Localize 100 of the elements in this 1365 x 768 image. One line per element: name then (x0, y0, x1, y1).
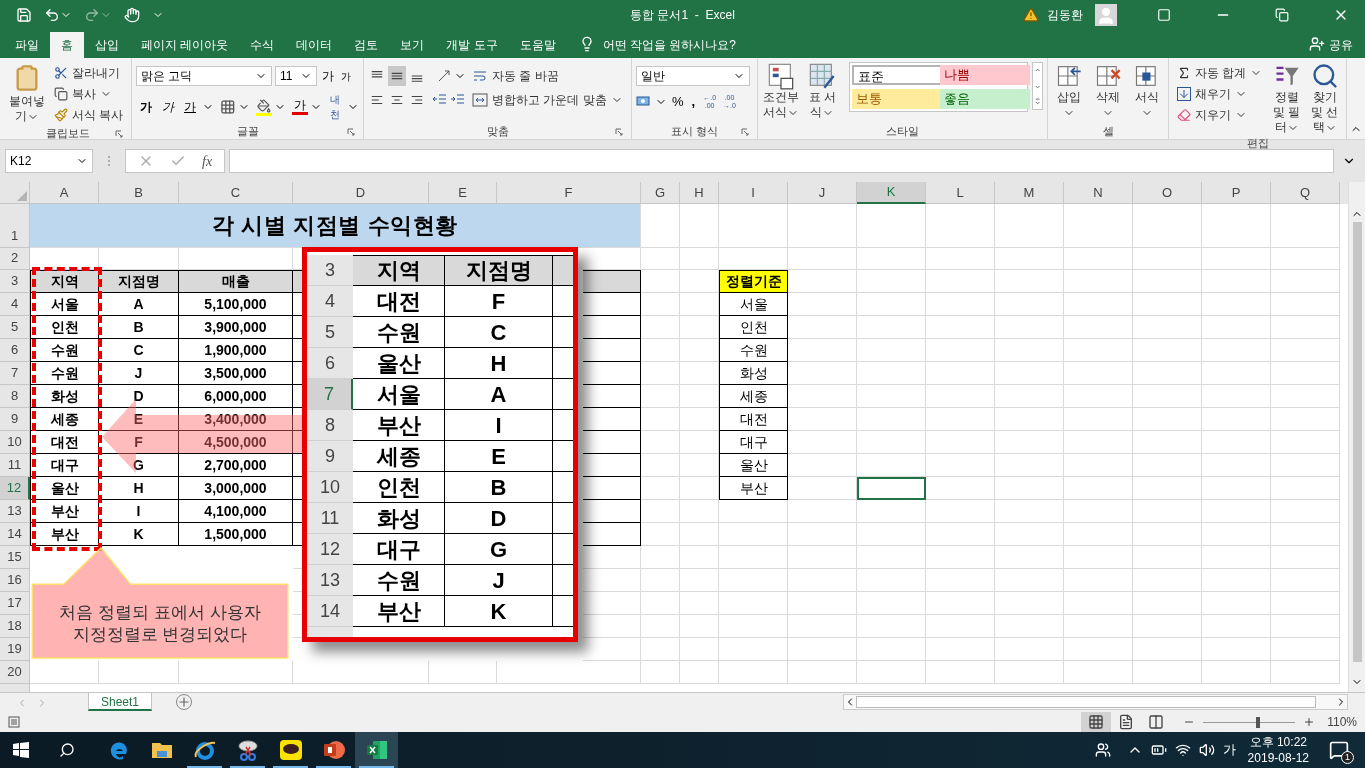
save-icon[interactable] (16, 7, 32, 23)
percent-button[interactable]: % (670, 92, 686, 112)
column-header[interactable]: H (680, 182, 719, 204)
clock-date[interactable]: 2019-08-12 (1247, 750, 1309, 766)
row-header[interactable] (0, 684, 30, 692)
sort-filter-button[interactable]: 정렬 및 필터 (1270, 62, 1304, 135)
start-icon[interactable] (13, 742, 29, 758)
menu-tab[interactable]: 수식 (239, 32, 286, 58)
sheet-tab[interactable]: Sheet1 (88, 693, 153, 711)
row-header[interactable]: 16 (0, 569, 30, 592)
grid-cell[interactable] (583, 316, 641, 339)
menu-tab[interactable]: 파일 (4, 32, 50, 58)
grow-font-button[interactable]: 가 (320, 67, 336, 85)
menu-tab[interactable]: 삽입 (84, 32, 130, 58)
autosum-button[interactable]: 자동 합계 (1173, 62, 1267, 83)
column-header[interactable]: O (1133, 182, 1202, 204)
view-button[interactable] (1081, 712, 1112, 732)
copy-button[interactable]: 복사 (49, 83, 127, 104)
row-header[interactable]: 17 (0, 592, 30, 615)
selected-cell[interactable] (857, 477, 926, 500)
row-header[interactable]: 2 (0, 248, 30, 270)
border-icon[interactable] (220, 99, 236, 115)
zoom-slider[interactable] (1203, 716, 1296, 728)
wifi-icon[interactable] (1174, 742, 1191, 758)
row-header[interactable]: 6 (0, 339, 30, 362)
vertical-scrollbar[interactable] (1348, 182, 1365, 692)
orientation-icon[interactable] (436, 67, 452, 84)
grid-cell[interactable] (583, 523, 641, 546)
people-icon[interactable] (1094, 742, 1111, 758)
cell-style-button[interactable]: 좋음 (940, 89, 1031, 109)
bold-button[interactable]: 가 (136, 98, 156, 116)
name-box[interactable]: K12 (5, 149, 93, 173)
gallery-scroll-icon[interactable] (1031, 62, 1043, 110)
insert-function-button[interactable]: fx (202, 150, 213, 172)
row-header[interactable]: 9 (0, 408, 30, 431)
menu-tab[interactable]: 보기 (389, 32, 436, 58)
zoom-thumb[interactable] (1256, 716, 1261, 728)
underline-button[interactable]: 가 (180, 98, 200, 116)
find-select-button[interactable]: 찾기 및 선택 (1307, 62, 1342, 135)
dialog-launcher-icon[interactable] (741, 128, 749, 136)
input-method-indicator[interactable]: 가 (1222, 740, 1236, 760)
touch-mode-icon[interactable] (124, 7, 140, 23)
format-as-table-button[interactable]: 표 서식 (803, 62, 842, 120)
shrink-font-button[interactable]: 가 (339, 68, 353, 84)
select-all-icon[interactable] (17, 191, 27, 201)
cut-button[interactable]: 잘라내기 (49, 62, 127, 83)
cells-button[interactable]: 삭제 (1090, 62, 1126, 120)
grid-cell[interactable] (583, 339, 641, 362)
zoom-in-icon[interactable] (1303, 716, 1316, 728)
cell-style-button[interactable]: 나쁨 (940, 65, 1031, 85)
wrap-text-button[interactable]: 자동 줄 바꿈 (468, 65, 563, 86)
row-header[interactable]: 20 (0, 661, 30, 684)
grid-cell[interactable] (583, 500, 641, 523)
cell-style-button[interactable]: 표준 (852, 65, 943, 85)
row-header[interactable]: 10 (0, 431, 30, 454)
column-header[interactable]: Q (1271, 182, 1340, 204)
grid-cell[interactable] (583, 385, 641, 408)
conditional-format-button[interactable]: 조건부 서식 (762, 62, 800, 120)
macro-icon[interactable] (8, 716, 20, 728)
row-header[interactable]: 5 (0, 316, 30, 339)
share-button[interactable]: 공유 (1325, 32, 1357, 58)
clear-button[interactable]: 지우기 (1173, 104, 1267, 125)
tell-me-field[interactable]: 어떤 작업을 원하시나요? (594, 32, 745, 58)
font-size-field[interactable]: 11 (275, 66, 317, 86)
grid-cell[interactable] (583, 477, 641, 500)
row-header[interactable]: 11 (0, 454, 30, 477)
cells-button[interactable]: 서식 (1129, 62, 1164, 120)
avatar[interactable] (1095, 4, 1117, 26)
scroll-thumb[interactable] (856, 696, 1316, 708)
dialog-launcher-icon[interactable] (615, 128, 623, 136)
italic-button[interactable]: 가 (158, 98, 178, 116)
paste-button[interactable]: 붙여넣기 (8, 62, 46, 124)
align-middle-icon[interactable] (388, 65, 406, 86)
row-header[interactable]: 19 (0, 638, 30, 661)
share-icon[interactable] (1309, 36, 1325, 52)
row-header[interactable]: 12 (0, 477, 30, 500)
volume-icon[interactable] (1198, 742, 1215, 758)
column-header[interactable]: M (995, 182, 1064, 204)
fill-button[interactable]: 채우기 (1173, 83, 1267, 104)
phonetic-button[interactable]: 내천 (325, 92, 345, 122)
row-header[interactable]: 13 (0, 500, 30, 523)
column-header[interactable]: K (857, 182, 926, 204)
scroll-thumb[interactable] (1352, 222, 1362, 662)
column-header[interactable]: I (719, 182, 788, 204)
undo-icon[interactable] (44, 7, 60, 23)
grid-cell[interactable] (583, 454, 641, 477)
row-header[interactable]: 1 (0, 204, 30, 248)
grid-cell[interactable] (583, 362, 641, 385)
row-header[interactable]: 18 (0, 615, 30, 638)
formula-input[interactable] (229, 149, 1334, 173)
menu-tab[interactable]: 도움말 (508, 32, 567, 58)
battery-icon[interactable] (1150, 742, 1167, 758)
row-header[interactable]: 14 (0, 523, 30, 546)
drag-handle-icon[interactable] (107, 155, 111, 167)
comma-button[interactable]: , (688, 92, 699, 112)
font-color-button[interactable]: 가 (291, 99, 308, 115)
number-format-field[interactable]: 일반 (636, 66, 750, 86)
search-icon[interactable] (59, 742, 75, 758)
menu-tab[interactable]: 개발 도구 (435, 32, 509, 58)
font-name-field[interactable]: 맑은 고딕 (136, 66, 272, 86)
